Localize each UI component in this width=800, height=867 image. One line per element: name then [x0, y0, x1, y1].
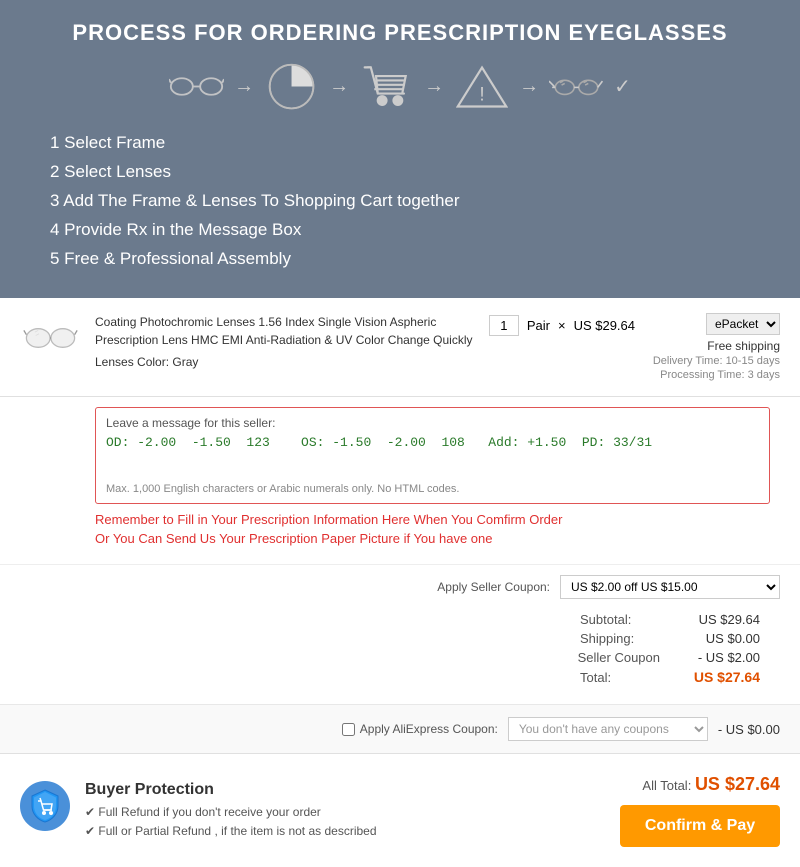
message-box-label: Leave a message for this seller:: [106, 416, 759, 430]
all-total-label: All Total: US $27.64: [620, 774, 780, 795]
subtotal-label: Subtotal:: [580, 612, 660, 627]
totals-section: Subtotal: US $29.64 Shipping: US $0.00 S…: [20, 607, 780, 694]
warning-icon: !: [454, 64, 509, 109]
shipping-method-select[interactable]: ePacket: [706, 313, 780, 335]
unit-label: Pair: [527, 318, 550, 333]
product-details: Coating Photochromic Lenses 1.56 Index S…: [95, 313, 474, 371]
step-1: 1 Select Frame: [50, 129, 770, 158]
shipping-info: Free shipping Delivery Time: 10-15 days …: [653, 339, 780, 381]
times-symbol: ×: [558, 318, 566, 333]
free-shipping-label: Free shipping: [653, 339, 780, 353]
bp-point1: ✔ Full Refund if you don't receive your …: [85, 803, 377, 822]
product-name: Coating Photochromic Lenses 1.56 Index S…: [95, 313, 474, 349]
seller-coupon-total-label: Seller Coupon: [578, 650, 660, 665]
bp-point2: ✔ Full or Partial Refund , if the item i…: [85, 822, 377, 841]
header-banner: PROCESS FOR ORDERING PRESCRIPTION EYEGLA…: [0, 0, 800, 298]
message-textarea[interactable]: OD: -2.00 -1.50 123 OS: -1.50 -2.00 108 …: [106, 435, 759, 475]
delivery-time: Delivery Time: 10-15 days: [653, 355, 780, 367]
processing-time: Processing Time: 3 days: [653, 369, 780, 381]
arrow-icon-4: →: [519, 75, 539, 98]
coupon-discount: - US $0.00: [718, 722, 780, 737]
all-total-value: US $27.64: [695, 774, 780, 794]
svg-text:!: !: [479, 84, 484, 105]
process-icons: → →: [30, 64, 770, 109]
product-price: US $29.64: [574, 318, 635, 333]
lens-icon: [264, 64, 319, 109]
step-4: 4 Provide Rx in the Message Box: [50, 216, 770, 245]
seller-coupon-select[interactable]: US $2.00 off US $15.00: [560, 575, 780, 599]
step-3: 3 Add The Frame & Lenses To Shopping Car…: [50, 187, 770, 216]
confirm-pay-button[interactable]: Confirm & Pay: [620, 805, 780, 847]
lenses-color: Lenses Color: Gray: [95, 353, 474, 371]
arrow-icon-3: →: [424, 75, 444, 98]
shipping-value: US $0.00: [680, 631, 760, 646]
step-2: 2 Select Lenses: [50, 158, 770, 187]
checkmark-icon: ✓: [614, 74, 631, 99]
step-5: 5 Free & Professional Assembly: [50, 245, 770, 274]
apply-coupon-checkbox[interactable]: [342, 723, 355, 736]
total-label: Total:: [580, 670, 660, 685]
buyer-protection-text: Buyer Protection ✔ Full Refund if you do…: [85, 781, 377, 841]
footer-section: Buyer Protection ✔ Full Refund if you do…: [0, 753, 800, 867]
process-steps: 1 Select Frame 2 Select Lenses 3 Add The…: [30, 129, 770, 273]
aliexpress-coupon-section: Apply AliExpress Coupon: You don't have …: [0, 704, 800, 753]
product-image: [20, 313, 80, 363]
shield-icon: [20, 781, 70, 831]
buyer-protection: Buyer Protection ✔ Full Refund if you do…: [20, 781, 377, 841]
lenses-color-value: Gray: [172, 355, 198, 369]
seller-coupon-total-value: - US $2.00: [680, 650, 760, 665]
confirm-section: All Total: US $27.64 Confirm & Pay: [620, 774, 780, 847]
aliexpress-coupon-select[interactable]: You don't have any coupons: [508, 717, 708, 741]
message-section: Leave a message for this seller: OD: -2.…: [0, 397, 800, 564]
page-title: PROCESS FOR ORDERING PRESCRIPTION EYEGLA…: [30, 20, 770, 46]
message-hint: Max. 1,000 English characters or Arabic …: [106, 483, 759, 495]
quantity-input[interactable]: [489, 315, 519, 336]
shipping-label: Shipping:: [580, 631, 660, 646]
arrow-icon-2: →: [329, 75, 349, 98]
glasses-icon: [169, 64, 224, 109]
cart-icon: [359, 64, 414, 109]
arrow-icon-1: →: [234, 75, 254, 98]
bp-title: Buyer Protection: [85, 781, 377, 799]
apply-coupon-label[interactable]: Apply AliExpress Coupon:: [342, 722, 498, 736]
seller-coupon-label: Apply Seller Coupon:: [437, 580, 550, 594]
glasses2-icon: [549, 64, 604, 109]
apply-coupon-text: Apply AliExpress Coupon:: [360, 722, 498, 736]
warning-text: Remember to Fill in Your Prescription In…: [95, 512, 780, 527]
main-content: Coating Photochromic Lenses 1.56 Index S…: [0, 298, 800, 867]
coupon-section: Apply Seller Coupon: US $2.00 off US $15…: [0, 564, 800, 704]
product-section: Coating Photochromic Lenses 1.56 Index S…: [0, 298, 800, 397]
qty-price: Pair × US $29.64: [489, 313, 635, 336]
message-box-container: Leave a message for this seller: OD: -2.…: [95, 407, 770, 504]
total-value: US $27.64: [680, 669, 760, 685]
lenses-color-label: Lenses Color:: [95, 355, 169, 369]
alt-text: Or You Can Send Us Your Prescription Pap…: [95, 531, 780, 546]
subtotal-value: US $29.64: [680, 612, 760, 627]
